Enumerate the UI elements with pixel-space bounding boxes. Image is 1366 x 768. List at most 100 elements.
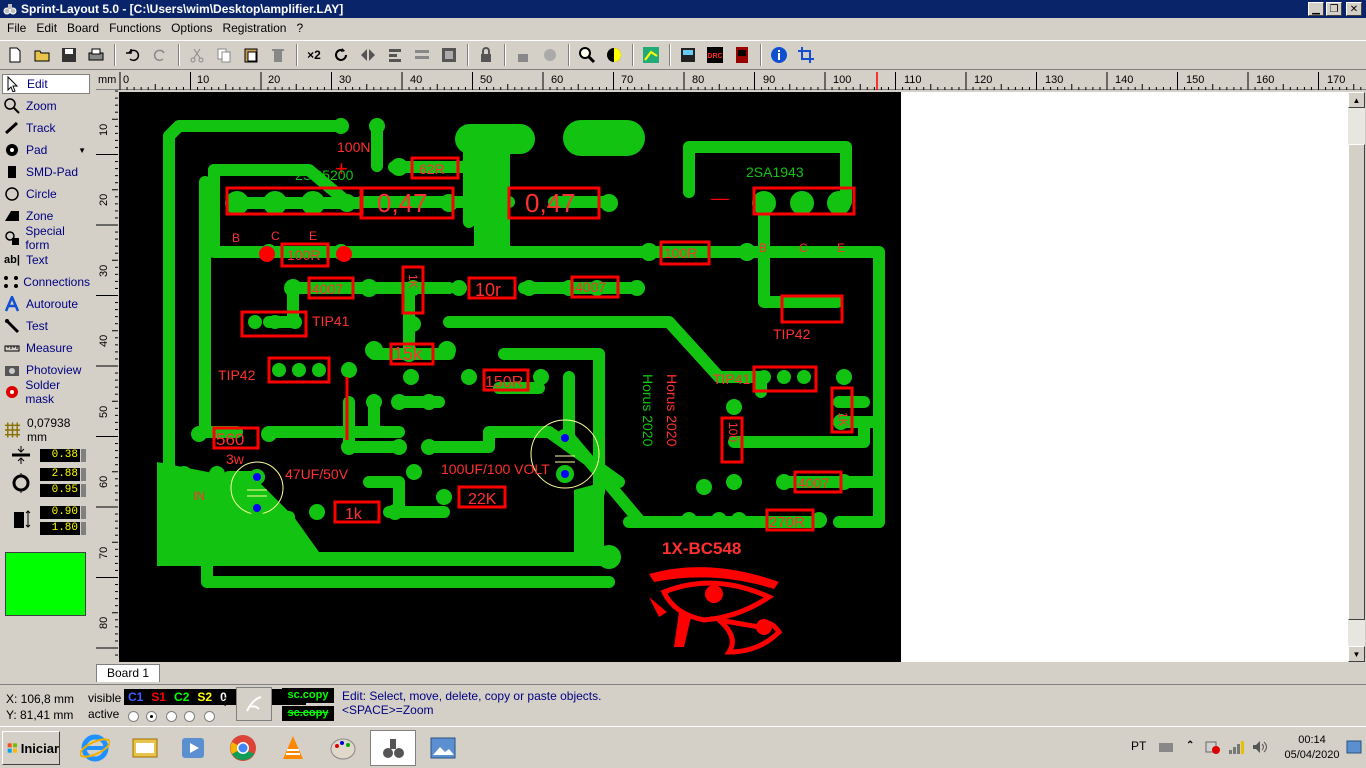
layout-canvas[interactable]: 100N + 62R 2SC5200 2SA1943 — 0,47 0,47 1… (119, 92, 1348, 662)
menu-registration[interactable]: Registration (217, 18, 291, 38)
layer-c1[interactable]: C1 (124, 689, 147, 705)
ie-icon[interactable] (72, 730, 118, 766)
menu-board[interactable]: Board (62, 18, 104, 38)
tool-connections[interactable]: Connections (2, 272, 90, 292)
tool-measure[interactable]: Measure (2, 338, 90, 358)
media-player-icon[interactable] (170, 730, 216, 766)
scroll-up-button[interactable]: ▲ (1348, 92, 1365, 108)
autoroute-icon[interactable] (638, 43, 663, 68)
track-width-spinner[interactable] (81, 449, 86, 462)
layer-s2[interactable]: S2 (193, 689, 216, 705)
new-icon[interactable] (2, 43, 27, 68)
active-radio-c2[interactable] (166, 711, 177, 722)
delete-icon[interactable] (265, 43, 290, 68)
sccopy-top[interactable]: sc.copy (282, 688, 334, 703)
vlc-icon[interactable] (270, 730, 316, 766)
layer-c2[interactable]: C2 (170, 689, 193, 705)
group-icon[interactable] (409, 43, 434, 68)
print-icon[interactable] (83, 43, 108, 68)
layer-color-swatch[interactable] (5, 552, 86, 616)
scroll-thumb[interactable] (1348, 144, 1365, 620)
rotate-icon[interactable] (328, 43, 353, 68)
active-radio-c1[interactable] (128, 711, 139, 722)
tool-test[interactable]: Test (2, 316, 90, 336)
sprint-layout-icon[interactable] (370, 730, 416, 766)
tool-smd-pad[interactable]: SMD-Pad (2, 162, 90, 182)
smd-width-field[interactable]: 0.90 (40, 506, 80, 519)
pad-inner-spinner[interactable] (81, 484, 86, 497)
menu-options[interactable]: Options (166, 18, 217, 38)
photo-viewer-icon[interactable] (420, 730, 466, 766)
clock[interactable]: 00:14 05/04/2020 (1282, 733, 1342, 763)
align-icon[interactable] (382, 43, 407, 68)
menu-help[interactable]: ? (291, 18, 308, 38)
tool-autoroute[interactable]: Autoroute (2, 294, 90, 314)
tray-expand-icon[interactable]: ⌃ (1186, 740, 1202, 754)
language-indicator[interactable]: PT (1131, 739, 1146, 753)
cut-icon[interactable] (184, 43, 209, 68)
info-icon[interactable] (766, 43, 791, 68)
scroll-down-button[interactable]: ▼ (1348, 646, 1365, 662)
redo-icon[interactable] (147, 43, 172, 68)
tool-circle[interactable]: Circle (2, 184, 90, 204)
tool-solder-mask[interactable]: Solder mask (2, 378, 90, 406)
menu-file[interactable]: File (2, 18, 31, 38)
start-button[interactable]: Iniciar (2, 731, 60, 765)
pcb-board[interactable]: 100N + 62R 2SC5200 2SA1943 — 0,47 0,47 1… (119, 92, 901, 662)
unlock-icon[interactable] (510, 43, 535, 68)
copy-icon[interactable] (211, 43, 236, 68)
tab-board-1[interactable]: Board 1 (96, 664, 161, 682)
contrast-icon[interactable] (601, 43, 626, 68)
vertical-scrollbar[interactable]: ▲ ▼ (1348, 92, 1365, 662)
smd-height-spinner[interactable] (81, 522, 86, 535)
pad-outer-spinner[interactable] (81, 468, 86, 481)
save-icon[interactable] (56, 43, 81, 68)
macro-icon[interactable] (729, 43, 754, 68)
drc-icon[interactable]: DRC (702, 43, 727, 68)
ungroup-icon[interactable] (436, 43, 461, 68)
duplicate-icon[interactable]: ×2 (302, 43, 326, 68)
keyboard-icon[interactable] (1158, 740, 1174, 754)
sccopy-bottom[interactable]: sc.copy (282, 706, 334, 721)
tool-edit[interactable]: Edit (2, 74, 90, 94)
menu-functions[interactable]: Functions (104, 18, 166, 38)
mirror-icon[interactable] (355, 43, 380, 68)
smd-height-field[interactable]: 1.80 (40, 522, 80, 535)
volume-icon[interactable] (1252, 740, 1268, 754)
minimize-button[interactable]: ▁ (1308, 2, 1324, 16)
flip-icon[interactable] (537, 43, 562, 68)
track-width-field[interactable]: 0.38 (40, 449, 80, 462)
undo-icon[interactable] (120, 43, 145, 68)
layer-s1[interactable]: S1 (147, 689, 170, 705)
tool-special-form[interactable]: Special form (2, 224, 90, 252)
pad-dropdown-icon[interactable]: ▼ (78, 146, 86, 155)
security-icon[interactable] (1204, 740, 1220, 754)
hand-tool-button[interactable] (236, 687, 272, 721)
active-radio-s2[interactable] (184, 711, 195, 722)
paint-icon[interactable] (320, 730, 366, 766)
pcb-drawing[interactable]: 100N + 62R 2SC5200 2SA1943 — 0,47 0,47 1… (119, 92, 901, 662)
explorer-icon[interactable] (122, 730, 168, 766)
tool-pad[interactable]: Pad ▼ (2, 140, 90, 160)
active-radio-s1[interactable] (146, 711, 157, 722)
chrome-icon[interactable] (220, 730, 266, 766)
restore-button[interactable]: ❐ (1326, 2, 1342, 16)
network-icon[interactable] (1228, 740, 1244, 754)
paste-icon[interactable] (238, 43, 263, 68)
show-desktop-icon[interactable] (1346, 740, 1362, 754)
grid-setting[interactable]: 0,07938 mm (4, 416, 90, 444)
tool-zoom[interactable]: Zoom (2, 96, 90, 116)
monitor-icon[interactable] (675, 43, 700, 68)
lock-icon[interactable] (473, 43, 498, 68)
layer-help[interactable]: ? (222, 695, 229, 709)
smd-width-spinner[interactable] (81, 506, 86, 519)
zoom-icon[interactable] (574, 43, 599, 68)
origin-icon[interactable] (793, 43, 818, 68)
open-icon[interactable] (29, 43, 54, 68)
close-button[interactable]: ✕ (1346, 2, 1362, 16)
tool-zone[interactable]: Zone (2, 206, 90, 226)
pad-inner-field[interactable]: 0.95 (40, 484, 80, 497)
tool-text[interactable]: ab| Text (2, 250, 90, 270)
menu-edit[interactable]: Edit (31, 18, 62, 38)
pad-outer-field[interactable]: 2.88 (40, 468, 80, 481)
